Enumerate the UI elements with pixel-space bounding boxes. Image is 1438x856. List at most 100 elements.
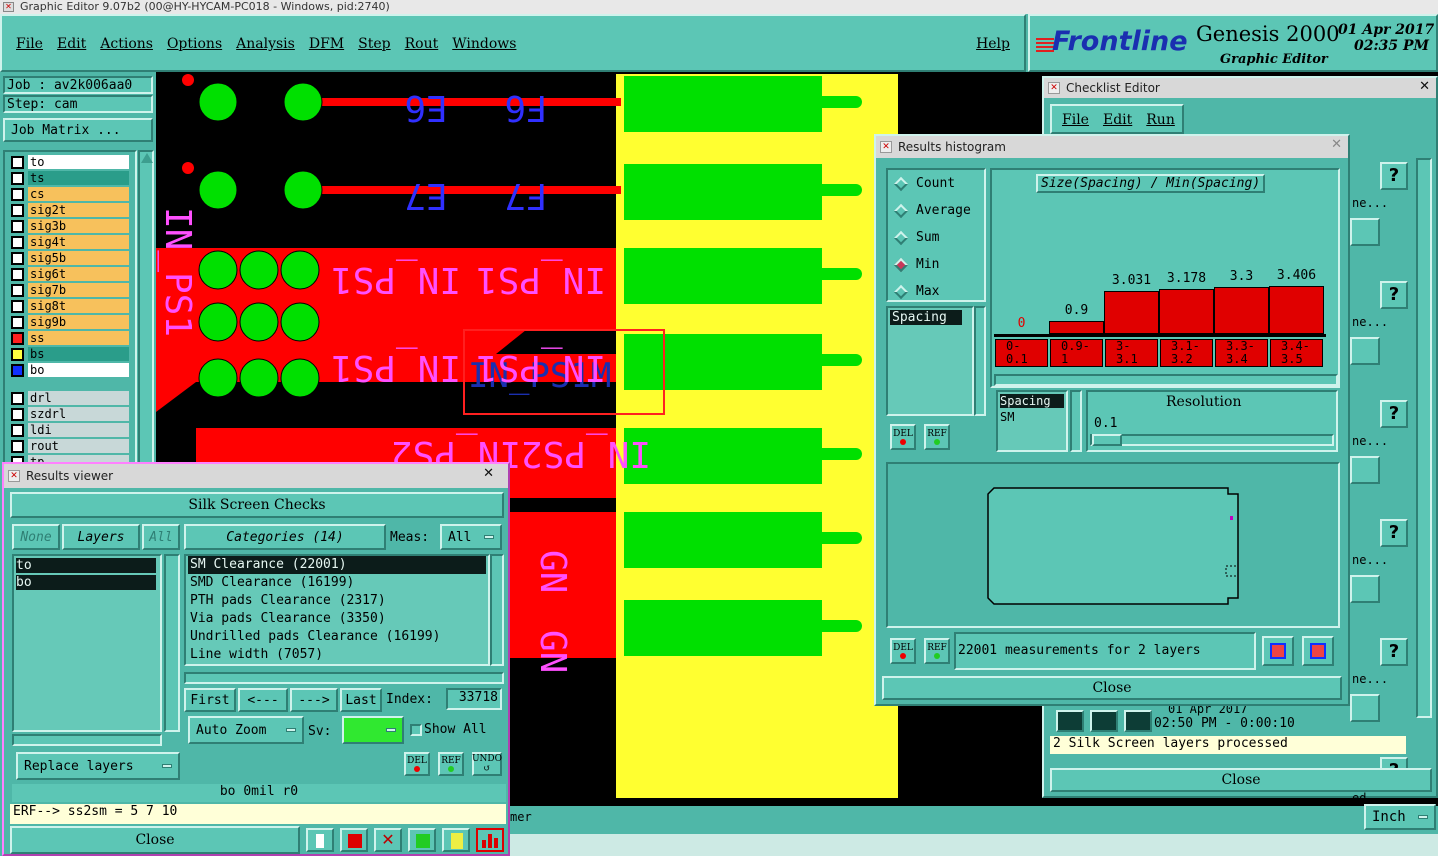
index-input[interactable]: 33718 (446, 688, 502, 710)
layer-row-sig9b[interactable]: sig9b (11, 314, 129, 330)
checklist-menu-run[interactable]: Run (1146, 112, 1175, 128)
histogram-bar[interactable] (1269, 286, 1324, 334)
unit-dropdown[interactable]: Inch (1364, 804, 1436, 830)
layer-checkbox[interactable] (11, 219, 24, 233)
all-button[interactable]: All (142, 524, 180, 550)
help-question-icon[interactable]: ? (1380, 400, 1408, 428)
category-scrollbar[interactable] (490, 554, 504, 666)
layer-checkbox[interactable] (11, 363, 24, 377)
menu-options[interactable]: Options (167, 36, 222, 52)
category-item[interactable]: SMD Clearance (16199) (188, 574, 486, 592)
mode-radio-max[interactable]: Max (893, 284, 939, 299)
run-icon[interactable] (1090, 710, 1118, 732)
zoom-home-button[interactable] (1302, 636, 1334, 666)
layer-checkbox[interactable] (11, 283, 24, 297)
secondary-list-scrollbar[interactable] (1070, 390, 1082, 452)
menu-rout[interactable]: Rout (405, 36, 439, 52)
bin-label[interactable]: 0- 0.1 (995, 339, 1048, 367)
menu-edit[interactable]: Edit (57, 36, 86, 52)
red-zoom-icon[interactable] (340, 828, 368, 852)
attr-item-spacing[interactable]: Spacing (890, 310, 962, 325)
run-icon[interactable] (1124, 710, 1152, 732)
layer-row-szdrl[interactable]: szdrl (11, 406, 129, 422)
layer-result-item[interactable]: bo (16, 575, 156, 590)
layer-checkbox[interactable] (11, 299, 24, 313)
zoom-in-icon[interactable] (1350, 575, 1380, 603)
layer-row-drl[interactable]: drl (11, 390, 129, 406)
mode-radio-sum[interactable]: Sum (893, 230, 939, 245)
bin-label[interactable]: 3.3- 3.4 (1215, 339, 1268, 367)
layer-row-sig7b[interactable]: sig7b (11, 282, 129, 298)
prev-button[interactable]: <--- (238, 688, 288, 712)
layer-checkbox[interactable] (11, 203, 24, 217)
layer-row-cs[interactable]: cs (11, 186, 129, 202)
none-button[interactable]: None (12, 524, 60, 550)
last-button[interactable]: Last (340, 688, 382, 712)
layer-checkbox[interactable] (11, 315, 24, 329)
help-question-icon[interactable]: ? (1380, 519, 1408, 547)
menu-windows[interactable]: Windows (452, 36, 516, 52)
bin-label[interactable]: 3.1- 3.2 (1160, 339, 1213, 367)
del-button[interactable]: DEL (890, 424, 916, 450)
menu-step[interactable]: Step (358, 36, 390, 52)
layer-row-ldi[interactable]: ldi (11, 422, 129, 438)
sv-color-dropdown[interactable] (342, 716, 404, 744)
bin-label[interactable]: 3.4- 3.5 (1270, 339, 1323, 367)
del-button[interactable]: DEL (890, 638, 916, 664)
layer-checkbox[interactable] (11, 439, 24, 453)
layer-result-item[interactable]: to (16, 558, 156, 573)
layer-checkbox[interactable] (11, 347, 24, 361)
checklist-menu-edit[interactable]: Edit (1103, 112, 1132, 128)
histogram-close-button[interactable]: Close (882, 676, 1342, 700)
checklist-menu-file[interactable]: File (1062, 112, 1089, 128)
show-all-checkbox[interactable] (410, 724, 422, 736)
histogram-bar[interactable] (1214, 287, 1269, 334)
undo-button[interactable]: UNDO ↺ (472, 752, 502, 776)
secondary-item-spacing[interactable]: Spacing (1000, 394, 1064, 408)
secondary-item-sm[interactable]: SM (1000, 410, 1064, 424)
menu-file[interactable]: File (16, 36, 43, 52)
bin-label[interactable]: 0.9- 1 (1050, 339, 1103, 367)
menu-analysis[interactable]: Analysis (236, 36, 295, 52)
layer-row-bo[interactable]: bo (11, 362, 129, 378)
mode-radio-count[interactable]: Count (893, 176, 955, 191)
layer-row-sig3b[interactable]: sig3b (11, 218, 129, 234)
xrf-icon[interactable]: ✕ (374, 828, 402, 852)
layer-checkbox[interactable] (11, 331, 24, 345)
layers-button[interactable]: Layers (62, 524, 140, 550)
layer-row-to[interactable]: to (11, 154, 129, 170)
histogram-bar[interactable] (1159, 289, 1214, 334)
layer-row-ss[interactable]: ss (11, 330, 129, 346)
close-icon[interactable]: ✕ (1331, 137, 1342, 152)
layer-checkbox[interactable] (11, 391, 24, 405)
layer-row-ts[interactable]: ts (11, 170, 129, 186)
layer-checkbox[interactable] (11, 251, 24, 265)
zoom-in-icon[interactable] (1350, 456, 1380, 484)
category-item[interactable]: PTH pads Clearance (2317) (188, 592, 486, 610)
layer-row-sig8t[interactable]: sig8t (11, 298, 129, 314)
viewer-close-button[interactable]: Close (10, 826, 300, 854)
slider-handle[interactable] (1092, 434, 1122, 446)
zoom-in-icon[interactable] (1350, 218, 1380, 246)
zoom-in-icon[interactable] (1350, 694, 1380, 722)
categories-button[interactable]: Categories (14) (184, 524, 386, 550)
zoom-in-icon[interactable] (1350, 337, 1380, 365)
histogram-icon[interactable] (476, 828, 504, 852)
scroll-up-arrow-icon[interactable] (141, 153, 153, 163)
layer-result-hscrollbar[interactable] (12, 734, 162, 746)
checklist-scrollbar[interactable] (1416, 158, 1432, 718)
ref-button[interactable]: REF (438, 752, 464, 776)
chart-scrollbar[interactable] (994, 374, 1338, 386)
layer-row-sig5b[interactable]: sig5b (11, 250, 129, 266)
help-question-icon[interactable]: ? (1380, 281, 1408, 309)
menu-help[interactable]: Help (976, 36, 1010, 52)
layer-row-rout[interactable]: rout (11, 438, 129, 454)
next-button[interactable]: ---> (290, 688, 338, 712)
histogram-bar[interactable] (1049, 321, 1104, 334)
layer-checkbox[interactable] (11, 187, 24, 201)
board-preview[interactable] (886, 462, 1340, 628)
ref-button[interactable]: REF (924, 638, 950, 664)
attr-list-scrollbar[interactable] (974, 306, 986, 416)
close-icon[interactable]: ✕ (483, 466, 494, 481)
layer-checkbox[interactable] (11, 423, 24, 437)
